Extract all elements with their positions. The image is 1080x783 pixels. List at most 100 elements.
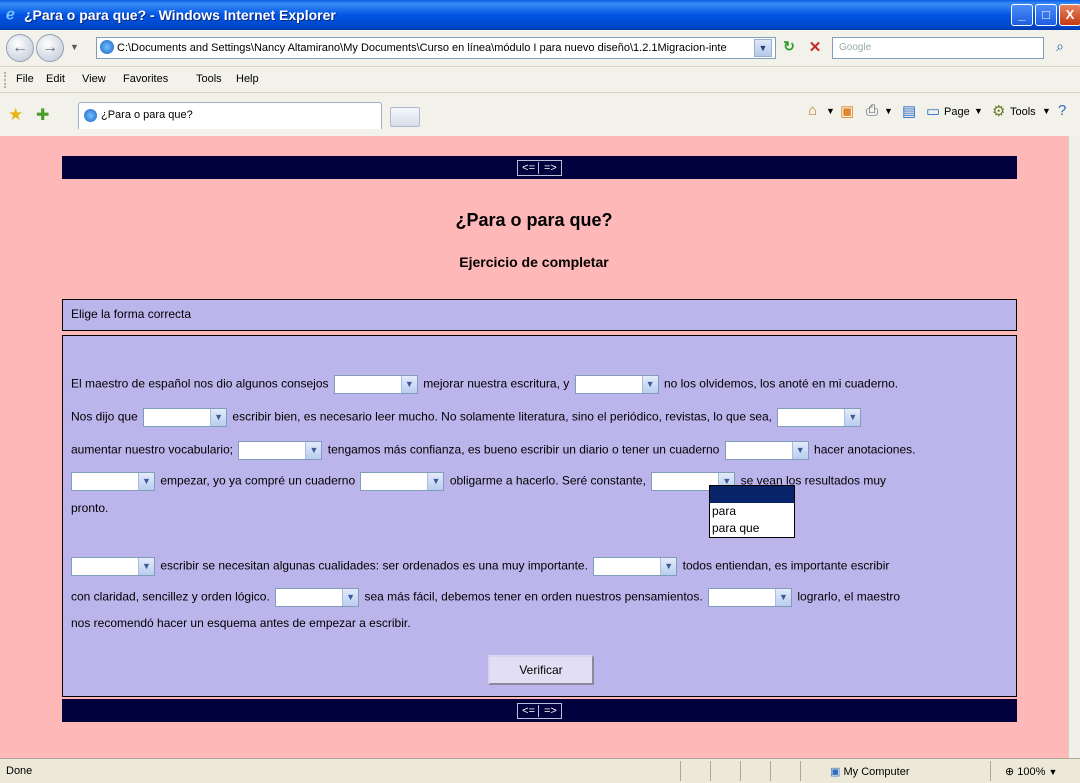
computer-icon: ▣ bbox=[830, 766, 841, 778]
zoom-icon: ⊕ bbox=[1005, 766, 1015, 778]
dropdown-option-para-que[interactable]: para que bbox=[710, 520, 794, 537]
research-icon[interactable]: ▤ bbox=[902, 102, 916, 120]
vertical-scrollbar[interactable] bbox=[1068, 136, 1080, 758]
add-favorites-icon[interactable]: ✚ bbox=[36, 105, 49, 125]
answer-dropdown-4[interactable]: ▼ bbox=[777, 408, 862, 427]
nav-next-link[interactable]: => bbox=[543, 705, 558, 717]
instructions-box: Elige la forma correcta bbox=[62, 299, 1017, 331]
exercise-text: con claridad, sencillez y orden lógico. bbox=[71, 589, 270, 604]
menu-favorites[interactable]: Favorites bbox=[123, 73, 168, 85]
chevron-down-icon[interactable]: ▼ bbox=[427, 473, 444, 490]
chevron-down-icon[interactable]: ▼ bbox=[1048, 767, 1057, 777]
menu-file[interactable]: File bbox=[16, 73, 34, 85]
tools-menu[interactable]: Tools bbox=[1010, 106, 1036, 118]
tools-gear-icon: ⚙ bbox=[992, 103, 1006, 120]
feeds-icon[interactable]: ▣ bbox=[840, 102, 854, 120]
exercise-text: sea más fácil, debemos tener en orden nu… bbox=[364, 589, 703, 604]
close-button[interactable]: X bbox=[1059, 4, 1080, 26]
recent-pages-dropdown[interactable]: ▼ bbox=[70, 42, 79, 52]
tools-dropdown[interactable]: ▼ bbox=[1042, 106, 1051, 116]
bottom-navigation-strip: <= => bbox=[62, 699, 1017, 722]
chevron-down-icon[interactable]: ▼ bbox=[305, 442, 322, 459]
zoom-control[interactable]: ⊕ 100% ▼ bbox=[1005, 765, 1057, 778]
page-icon bbox=[84, 109, 97, 122]
menu-bar: File Edit View Favorites Tools Help bbox=[0, 66, 1080, 92]
answer-dropdown-12[interactable]: ▼ bbox=[275, 588, 360, 607]
tab-current-page[interactable]: ¿Para o para que? bbox=[78, 102, 382, 129]
chevron-down-icon[interactable]: ▼ bbox=[400, 376, 417, 393]
forward-arrow-icon: → bbox=[42, 39, 58, 56]
page-viewport: <= => ¿Para o para que? Ejercicio de comp… bbox=[0, 136, 1068, 758]
status-divider bbox=[800, 761, 801, 781]
security-zone-label: My Computer bbox=[843, 766, 910, 778]
chevron-down-icon[interactable]: ▼ bbox=[660, 558, 677, 575]
refresh-button[interactable]: ↻ bbox=[778, 38, 800, 58]
favorites-star-icon[interactable]: ★ bbox=[8, 105, 23, 125]
stop-icon: ✕ bbox=[808, 39, 822, 56]
page-subtitle: Ejercicio de completar bbox=[459, 254, 609, 270]
exercise-line: Nos dijo que ▼ escribir bien, es necesar… bbox=[71, 408, 863, 427]
page-dropdown[interactable]: ▼ bbox=[974, 106, 983, 116]
address-input[interactable]: C:\Documents and Settings\Nancy Altamira… bbox=[96, 37, 776, 59]
menu-tools[interactable]: Tools bbox=[196, 73, 222, 85]
chevron-down-icon[interactable]: ▼ bbox=[138, 558, 154, 575]
answer-dropdown-2[interactable]: ▼ bbox=[574, 375, 659, 394]
answer-dropdown-5[interactable]: ▼ bbox=[238, 441, 323, 460]
answer-dropdown-13[interactable]: ▼ bbox=[708, 588, 793, 607]
menu-view[interactable]: View bbox=[82, 73, 106, 85]
address-dropdown-button[interactable]: ▼ bbox=[754, 39, 772, 57]
page-title: ¿Para o para que? bbox=[455, 210, 613, 230]
chevron-down-icon[interactable]: ▼ bbox=[342, 589, 359, 606]
answer-dropdown-6[interactable]: ▼ bbox=[724, 441, 809, 460]
search-input[interactable]: Google bbox=[832, 37, 1044, 59]
print-icon[interactable]: ⎙ bbox=[866, 102, 878, 119]
answer-dropdown-11[interactable]: ▼ bbox=[593, 557, 678, 576]
status-divider bbox=[740, 761, 741, 781]
menu-edit[interactable]: Edit bbox=[46, 73, 65, 85]
nav-arrows: <= => bbox=[517, 703, 562, 719]
answer-dropdown-1[interactable]: ▼ bbox=[333, 375, 418, 394]
print-dropdown[interactable]: ▼ bbox=[884, 106, 893, 116]
verify-button[interactable]: Verificar bbox=[488, 655, 594, 685]
home-dropdown[interactable]: ▼ bbox=[826, 106, 835, 116]
exercise-text: mejorar nuestra escritura, y bbox=[423, 376, 570, 391]
maximize-button[interactable]: □ bbox=[1035, 4, 1057, 26]
nav-prev-link[interactable]: <= bbox=[521, 705, 536, 717]
answer-dropdown-10[interactable]: ▼ bbox=[71, 557, 155, 576]
minimize-button[interactable]: _ bbox=[1011, 4, 1033, 26]
answer-dropdown-7[interactable]: ▼ bbox=[71, 472, 155, 491]
chevron-down-icon[interactable]: ▼ bbox=[844, 409, 861, 426]
page-icon bbox=[100, 40, 114, 54]
home-icon[interactable]: ⌂ bbox=[808, 102, 817, 119]
chevron-down-icon[interactable]: ▼ bbox=[641, 376, 658, 393]
address-toolbar: ← → ▼ C:\Documents and Settings\Nancy Al… bbox=[0, 30, 1080, 66]
status-divider bbox=[990, 761, 991, 781]
exercise-line: ▼ escribir se necesitan algunas cualidad… bbox=[71, 557, 889, 576]
help-icon[interactable]: ? bbox=[1058, 102, 1066, 119]
nav-next-link[interactable]: => bbox=[543, 162, 558, 174]
search-button[interactable]: ⌕ bbox=[1050, 38, 1070, 58]
zoom-level: 100% bbox=[1017, 766, 1046, 778]
exercise-text: aumentar nuestro vocabulario; bbox=[71, 442, 234, 457]
back-button[interactable]: ← bbox=[6, 34, 34, 62]
toolbar-grip bbox=[4, 72, 7, 88]
dropdown-option-para[interactable]: para bbox=[710, 503, 794, 520]
nav-prev-link[interactable]: <= bbox=[521, 162, 536, 174]
exercise-text: tengamos más confianza, es bueno escribi… bbox=[327, 442, 720, 457]
instructions-text: Elige la forma correcta bbox=[71, 307, 192, 321]
chevron-down-icon[interactable]: ▼ bbox=[791, 442, 808, 459]
chevron-down-icon[interactable]: ▼ bbox=[775, 589, 792, 606]
answer-dropdown-3[interactable]: ▼ bbox=[143, 408, 228, 427]
new-tab-button[interactable] bbox=[390, 107, 420, 127]
chevron-down-icon[interactable]: ▼ bbox=[138, 473, 154, 490]
dropdown-options-list: para para que bbox=[709, 485, 795, 538]
dropdown-option-empty[interactable] bbox=[710, 486, 794, 503]
menu-help[interactable]: Help bbox=[236, 73, 259, 85]
exercise-text: lograrlo, el maestro bbox=[797, 589, 901, 604]
stop-button[interactable]: ✕ bbox=[804, 38, 826, 58]
page-menu[interactable]: Page bbox=[944, 106, 970, 118]
status-divider bbox=[770, 761, 771, 781]
chevron-down-icon[interactable]: ▼ bbox=[210, 409, 227, 426]
forward-button[interactable]: → bbox=[36, 34, 64, 62]
answer-dropdown-8[interactable]: ▼ bbox=[360, 472, 445, 491]
